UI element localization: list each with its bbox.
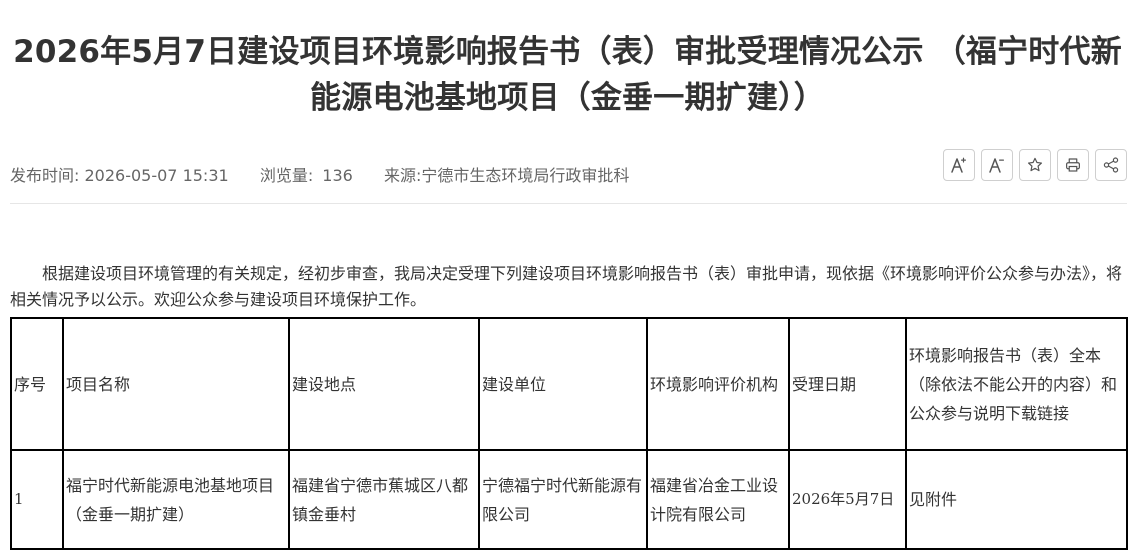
acceptance-table: 序号 项目名称 建设地点 建设单位 环境影响评价机构 受理日期 环境影响报告书（…	[10, 317, 1128, 550]
font-increase-icon[interactable]	[943, 149, 975, 181]
header-construction-site: 建设地点	[288, 317, 480, 451]
row-construction-site: 福建省宁德市蕉城区八都镇金垂村	[288, 449, 480, 550]
row-project-name: 福宁时代新能源电池基地项目（金垂一期扩建）	[62, 449, 290, 550]
source-label: 来源:	[384, 166, 422, 185]
header-acceptance-date: 受理日期	[788, 317, 907, 451]
share-icon[interactable]	[1095, 149, 1127, 181]
publish-time: 2026-05-07 15:31	[84, 166, 229, 185]
font-decrease-icon[interactable]	[981, 149, 1013, 181]
header-download-link: 环境影响报告书（表）全本（除依法不能公开的内容）和公众参与说明下载链接	[905, 317, 1128, 451]
header-serial-no: 序号	[10, 317, 64, 451]
views-label: 浏览量:	[259, 166, 314, 185]
article-meta: 发布时间: 2026-05-07 15:31 浏览量: 136 来源:宁德市生态环…	[10, 165, 629, 187]
article-title: 2026年5月7日建设项目环境影响报告书（表）审批受理情况公示 （福宁时代新能源…	[13, 33, 1122, 116]
article-page: 2026年5月7日建设项目环境影响报告书（表）审批受理情况公示 （福宁时代新能源…	[0, 0, 1135, 550]
table-row: 1 福宁时代新能源电池基地项目（金垂一期扩建） 福建省宁德市蕉城区八都镇金垂村 …	[10, 449, 1128, 550]
row-download-link[interactable]: 见附件	[905, 449, 1128, 550]
print-icon[interactable]	[1057, 149, 1089, 181]
header-project-name: 项目名称	[62, 317, 290, 451]
row-construction-unit: 宁德福宁时代新能源有限公司	[478, 449, 648, 550]
table-header-row: 序号 项目名称 建设地点 建设单位 环境影响评价机构 受理日期 环境影响报告书（…	[10, 317, 1128, 451]
meta-divider	[10, 203, 1127, 204]
header-eia-organization: 环境影响评价机构	[646, 317, 790, 451]
row-eia-organization: 福建省冶金工业设计院有限公司	[646, 449, 790, 550]
source-value: 宁德市生态环境局行政审批科	[421, 166, 630, 185]
header-construction-unit: 建设单位	[478, 317, 648, 451]
intro-paragraph: 根据建设项目环境管理的有关规定，经初步审查，我局决定受理下列建设项目环境影响报告…	[10, 264, 1123, 309]
views-count: 136	[322, 166, 353, 185]
star-icon[interactable]	[1019, 149, 1051, 181]
row-serial-no: 1	[10, 449, 64, 550]
acceptance-table-container: 序号 项目名称 建设地点 建设单位 环境影响评价机构 受理日期 环境影响报告书（…	[10, 317, 1128, 550]
article-toolbar	[943, 149, 1127, 181]
row-acceptance-date: 2026年5月7日	[788, 449, 907, 550]
publish-label: 发布时间:	[10, 166, 80, 185]
